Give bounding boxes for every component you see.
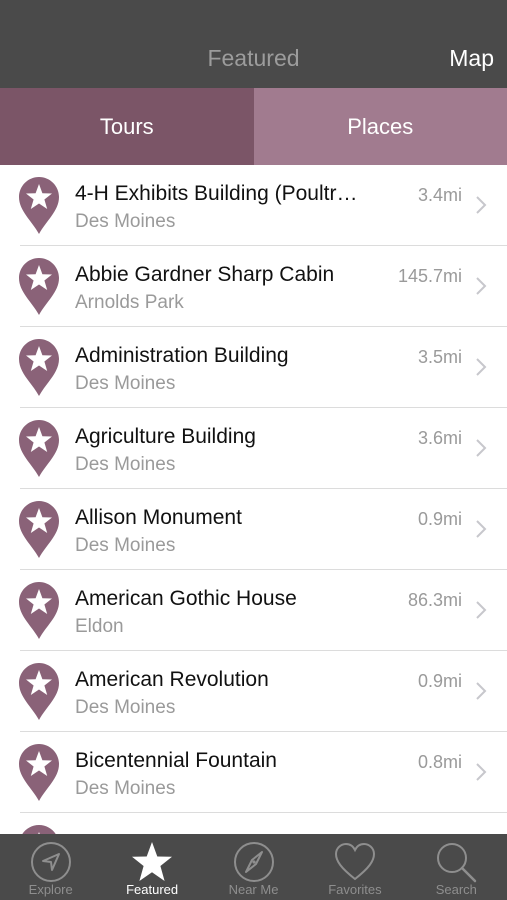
place-city: Des Moines [75,778,176,799]
tab-label: Explore [28,882,73,897]
map-pin-star-icon [19,501,59,558]
tab-label: Near Me [228,882,279,897]
star-icon [132,842,173,881]
tab-explore[interactable]: Explore [0,834,101,900]
map-pin-star-icon [19,420,59,477]
place-city: Des Moines [75,373,176,394]
tab-search[interactable]: Search [406,834,507,900]
list-item[interactable] [0,813,507,834]
place-title: Abbie Gardner Sharp Cabin [75,263,335,286]
place-city: Des Moines [75,454,176,475]
place-distance: 86.3mi [407,590,462,610]
chevron-right-icon [476,520,487,538]
place-distance: 0.8mi [417,752,462,772]
chevron-right-icon [476,358,487,376]
segmented-control: Tours Places [0,88,507,165]
place-city: Eldon [75,616,124,637]
list-item[interactable]: Bicentennial Fountain Des Moines 0.8mi [0,732,507,813]
place-distance: 0.9mi [417,671,462,691]
list-item[interactable]: Abbie Gardner Sharp Cabin Arnolds Park 145… [0,246,507,327]
chevron-right-icon [476,277,487,295]
place-title: Bicentennial Fountain [75,749,277,772]
compass-arrow-icon [30,842,71,882]
place-distance: 3.5mi [417,347,462,367]
chevron-right-icon [476,196,487,214]
tab-tours[interactable]: Tours [0,88,254,165]
place-title: Administration Building [75,344,289,367]
place-title: Allison Monument [75,506,242,529]
heart-icon [334,842,375,881]
map-button[interactable]: Map [449,44,494,72]
tab-places[interactable]: Places [253,88,507,165]
page-title: Featured [207,45,300,71]
tab-label: Search [435,882,477,897]
place-distance: 0.9mi [417,509,462,529]
map-pin-star-icon [19,177,59,234]
place-title: American Revolution [75,668,269,691]
places-list[interactable]: 4-H Exhibits Building (Poultr… Des Moines… [0,165,507,834]
tab-featured[interactable]: Featured [101,834,202,900]
place-city: Arnolds Park [75,292,184,313]
list-item[interactable]: 4-H Exhibits Building (Poultr… Des Moines… [0,165,507,246]
chevron-right-icon [476,763,487,781]
tab-near-me[interactable]: Near Me [203,834,304,900]
map-pin-star-icon [19,339,59,396]
map-pin-star-icon [19,582,59,639]
list-item[interactable]: Agriculture Building Des Moines 3.6mi [0,408,507,489]
chevron-right-icon [476,439,487,457]
tab-label: Favorites [328,882,382,897]
place-distance: 3.6mi [417,428,462,448]
list-item[interactable]: American Gothic House Eldon 86.3mi [0,570,507,651]
place-city: Des Moines [75,697,176,718]
compass-needle-icon [233,842,274,882]
map-pin-star-icon [19,258,59,315]
tab-favorites[interactable]: Favorites [304,834,405,900]
list-item[interactable]: Allison Monument Des Moines 0.9mi [0,489,507,570]
nav-bar: Featured Map [0,0,507,88]
list-item[interactable]: Administration Building Des Moines 3.5mi [0,327,507,408]
place-title: American Gothic House [75,587,297,610]
place-distance: 3.4mi [417,185,462,205]
list-item[interactable]: American Revolution Des Moines 0.9mi [0,651,507,732]
magnifier-icon [437,843,477,883]
place-city: Des Moines [75,535,176,556]
place-city: Des Moines [75,211,176,232]
map-pin-star-icon [19,663,59,720]
place-title: 4-H Exhibits Building (Poultr… [75,182,358,205]
place-distance: 145.7mi [397,266,462,286]
chevron-right-icon [476,682,487,700]
chevron-right-icon [476,601,487,619]
tab-bar: Explore Featured Near Me Favorites Searc… [0,834,507,900]
place-title: Agriculture Building [75,425,256,448]
map-pin-star-icon [22,825,56,834]
tab-label: Featured [126,882,179,897]
map-pin-star-icon [19,744,59,801]
